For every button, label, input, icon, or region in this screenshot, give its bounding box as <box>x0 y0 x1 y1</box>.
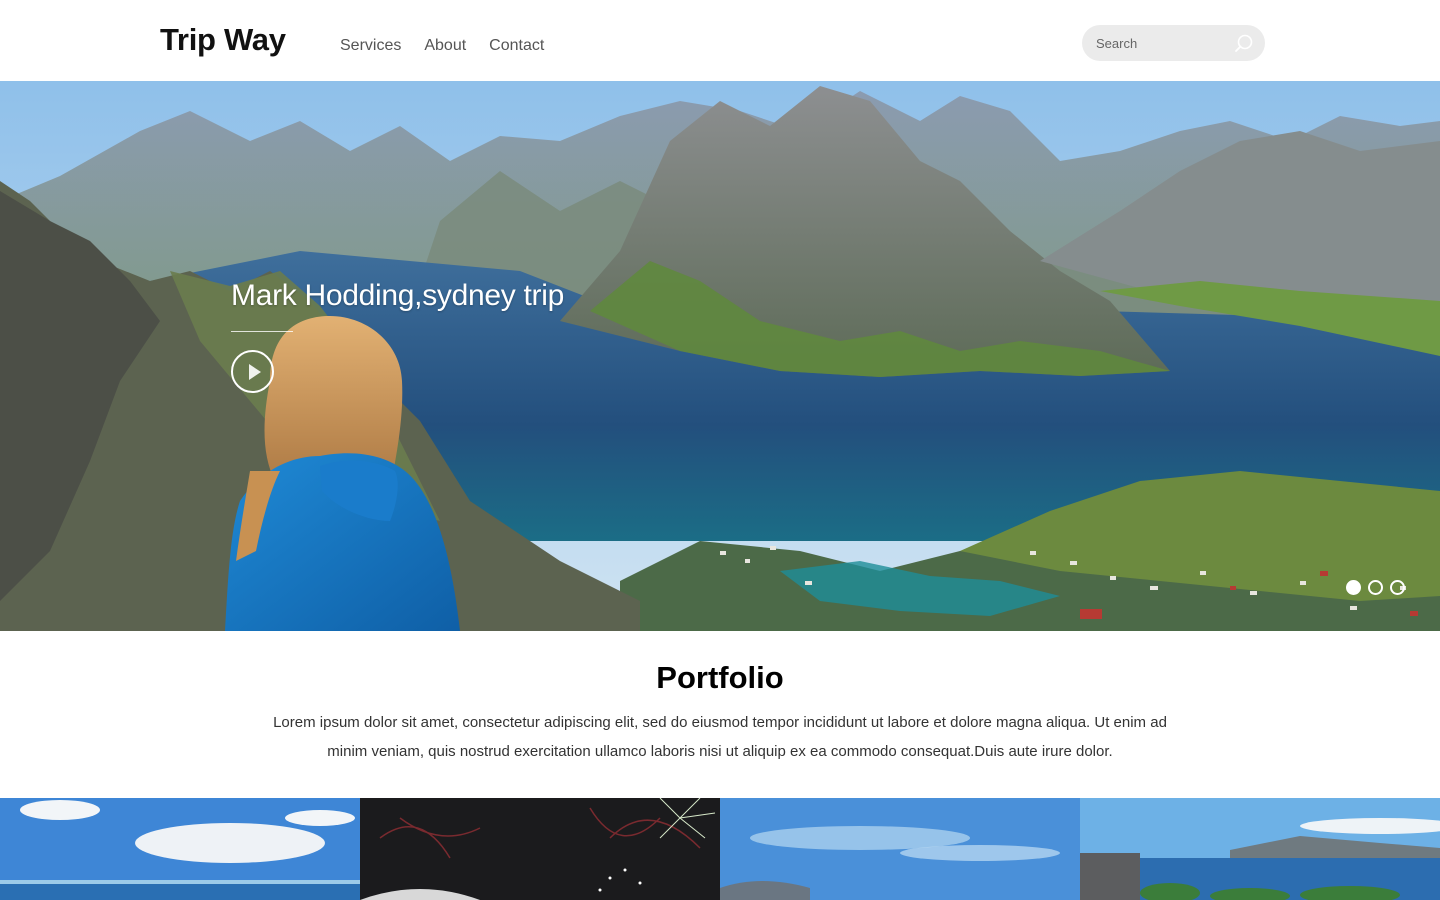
gallery-item-night-fireworks[interactable] <box>360 798 720 900</box>
slide-dot-2[interactable] <box>1368 580 1383 595</box>
caption-divider <box>231 331 293 332</box>
site-logo[interactable]: Trip Way <box>160 22 286 58</box>
nav-contact-link[interactable]: Contact <box>489 37 544 55</box>
hero-landscape-image <box>0 81 1440 631</box>
portfolio-gallery <box>0 798 1440 900</box>
search-box <box>1082 25 1265 61</box>
search-icon[interactable] <box>1233 33 1255 55</box>
search-input[interactable] <box>1082 25 1232 61</box>
gallery-image-2 <box>360 798 720 900</box>
slide-dot-1[interactable] <box>1346 580 1361 595</box>
gallery-item-coastal-city[interactable] <box>1080 798 1440 900</box>
portfolio-description: Lorem ipsum dolor sit amet, consectetur … <box>273 714 1167 760</box>
site-header: Trip Way Services About Contact <box>0 0 1440 81</box>
gallery-item-sky-dome[interactable] <box>720 798 1080 900</box>
gallery-item-sky-sea[interactable] <box>0 798 360 900</box>
hero-caption: Mark Hodding,sydney trip <box>231 279 564 312</box>
play-icon[interactable] <box>231 350 274 393</box>
gallery-image-4 <box>1080 798 1440 900</box>
gallery-image-1 <box>0 798 360 900</box>
slider-pagination <box>1346 580 1405 595</box>
nav-services-link[interactable]: Services <box>340 37 401 55</box>
play-triangle <box>249 364 261 380</box>
gallery-image-3 <box>720 798 1080 900</box>
main-nav: Services About Contact <box>340 37 544 55</box>
portfolio-heading: Portfolio <box>656 660 784 695</box>
slide-dot-3[interactable] <box>1390 580 1405 595</box>
hero-slider: Mark Hodding,sydney trip <box>0 81 1440 631</box>
nav-about-link[interactable]: About <box>424 37 466 55</box>
